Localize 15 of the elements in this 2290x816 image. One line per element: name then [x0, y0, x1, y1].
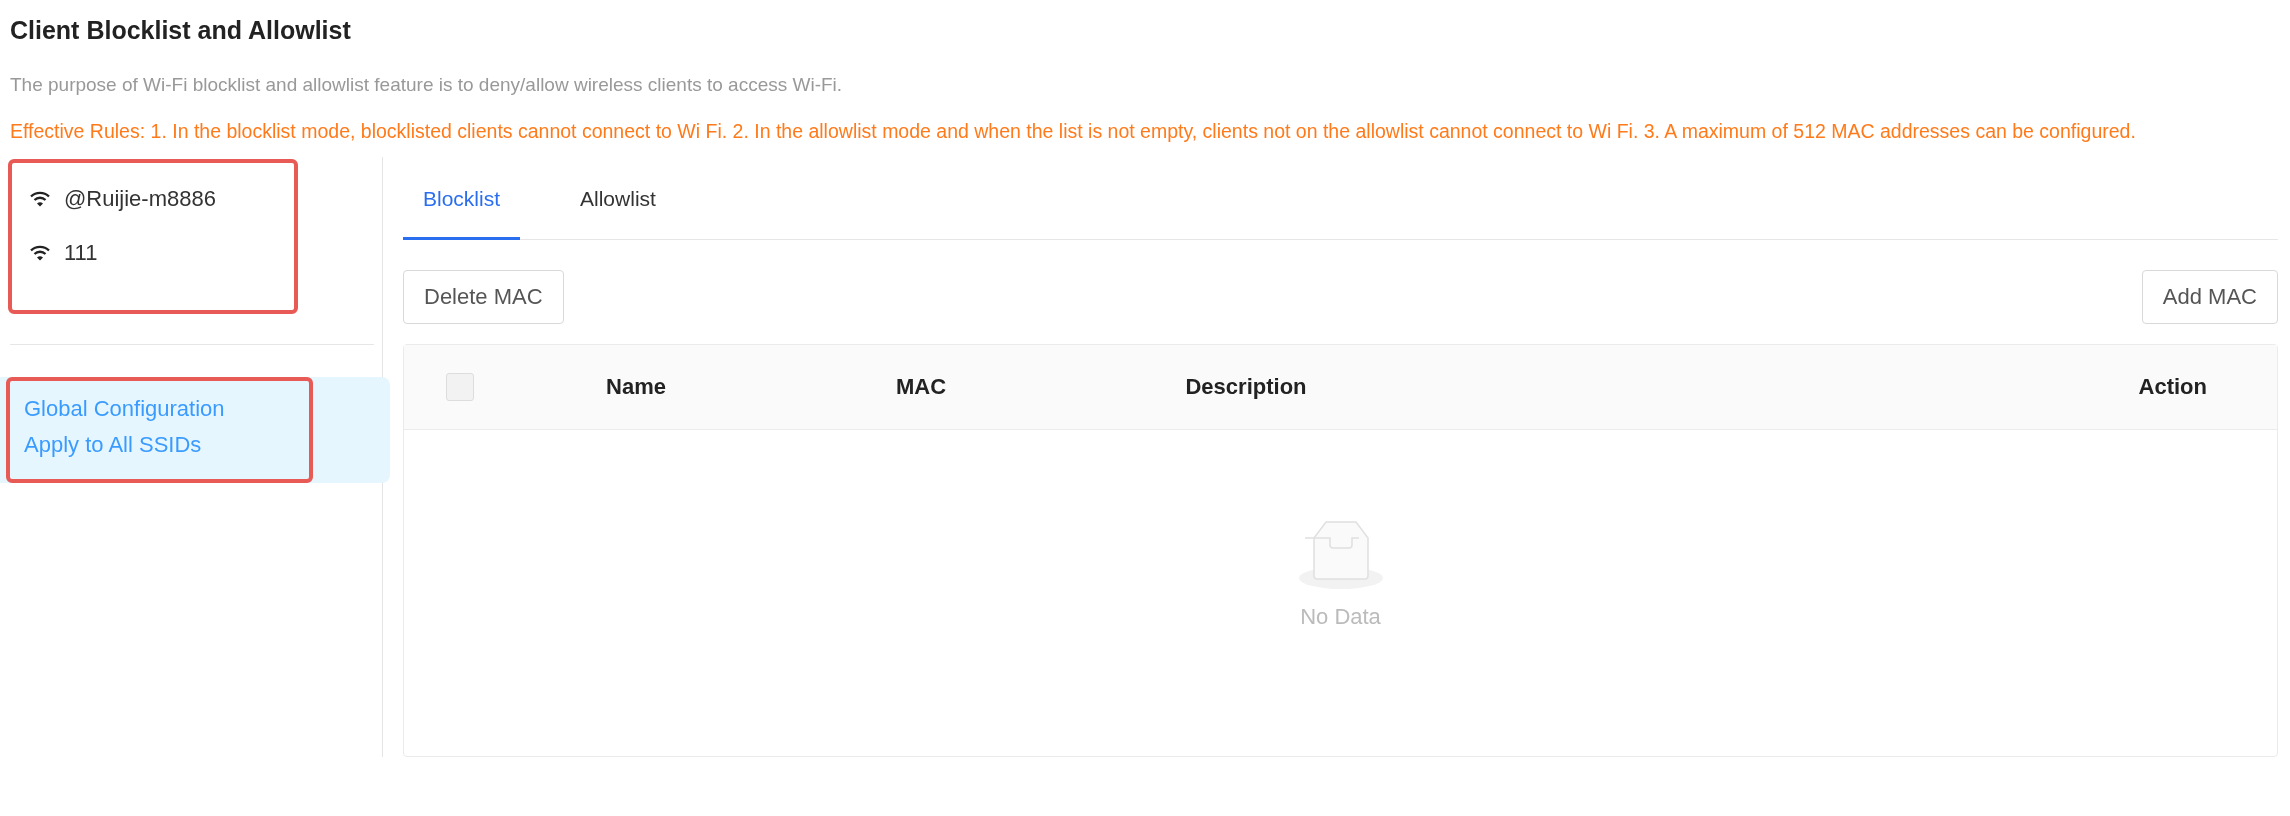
tab[interactable]: Allowlist [560, 179, 676, 240]
delete-mac-button[interactable]: Delete MAC [403, 270, 564, 324]
select-all-checkbox[interactable] [446, 373, 474, 401]
column-header: Description [1185, 374, 1307, 400]
column-header: Name [606, 374, 666, 400]
wifi-icon [30, 245, 50, 261]
tab[interactable]: Blocklist [403, 179, 521, 240]
rules-text: Effective Rules: 1. In the blocklist mode, blocklisted clients cannot connect to Wi Fi. 2. In the allowlist mode and when the list is not empty, clients not on the allowlist cannot connect to Wi Fi. 3. A maximum of 512 MAC addresses can be configured. [10, 119, 2137, 144]
add-mac-button[interactable]: Add MAC [2141, 270, 2278, 324]
empty-state-text: No Data [1300, 604, 1381, 630]
wifi-icon [30, 191, 50, 207]
column-header: Action [2138, 374, 2207, 400]
description-text: The purpose of Wi-Fi blocklist and allowlist feature is to deny/allow wireless clients to access Wi-Fi. [10, 73, 844, 97]
column-header: MAC [895, 374, 947, 400]
page-title: Client Blocklist and Allowlist [10, 15, 352, 46]
